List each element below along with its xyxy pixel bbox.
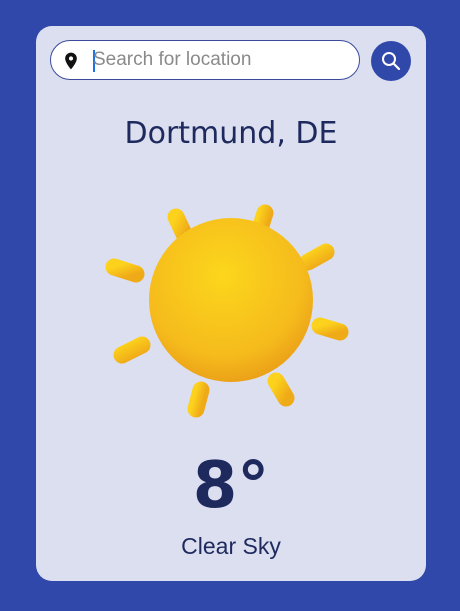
- map-pin-icon: [65, 52, 77, 70]
- weather-card: Dortmund, DE 8° Clear Sky: [36, 26, 426, 581]
- search-input[interactable]: [93, 41, 349, 79]
- search-button[interactable]: [371, 41, 411, 81]
- search-box[interactable]: [50, 40, 360, 80]
- sun-disc: [149, 218, 313, 382]
- search-icon: [382, 52, 401, 71]
- temperature: 8°: [192, 449, 270, 523]
- sun-icon: [105, 204, 349, 418]
- weather-condition: Clear Sky: [181, 533, 281, 559]
- location-name: Dortmund, DE: [124, 116, 338, 151]
